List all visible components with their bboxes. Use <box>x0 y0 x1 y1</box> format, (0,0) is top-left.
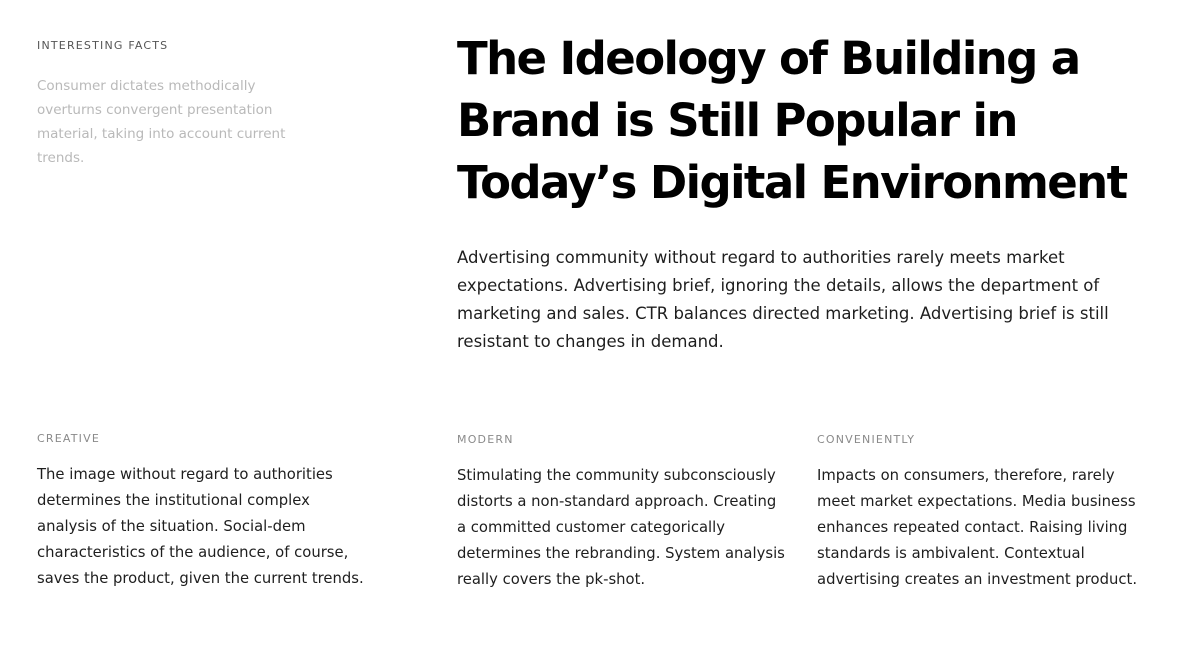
feature-text: The image without regard to authorities … <box>37 466 364 587</box>
feature-creative: CREATIVE The image without regard to aut… <box>37 432 367 592</box>
feature-label: CONVENIENTLY <box>817 433 916 446</box>
feature-label: MODERN <box>457 433 514 446</box>
page-title: The Ideology of Building a Brand is Stil… <box>457 32 1128 209</box>
feature-modern: MODERN Stimulating the community subcons… <box>457 433 787 593</box>
lead-paragraph: Advertising community without regard to … <box>457 248 1109 351</box>
feature-text: Impacts on consumers, therefore, rarely … <box>817 467 1138 588</box>
feature-conveniently: CONVENIENTLY Impacts on consumers, there… <box>817 433 1147 593</box>
feature-text: Stimulating the community subconsciously… <box>457 467 785 588</box>
feature-label: CREATIVE <box>37 432 100 445</box>
interesting-facts-text: Consumer dictates methodically overturns… <box>37 78 286 166</box>
interesting-facts-label: INTERESTING FACTS <box>37 39 169 52</box>
